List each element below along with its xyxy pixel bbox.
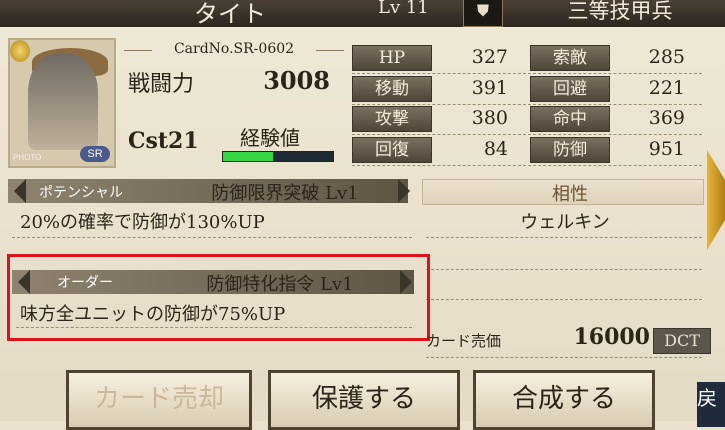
potential-description: 20%の確率で防御が130%UP bbox=[20, 212, 265, 233]
stat-value-attack: 380 bbox=[471, 107, 508, 129]
shield-icon: ⛊ bbox=[463, 0, 503, 27]
divider bbox=[426, 236, 702, 238]
stat-label-evade: 回避 bbox=[530, 76, 610, 102]
power-value: 3008 bbox=[263, 66, 330, 95]
divider bbox=[426, 268, 702, 270]
divider bbox=[12, 236, 412, 238]
exp-bar-fill bbox=[223, 152, 273, 161]
stat-value-move: 391 bbox=[471, 77, 508, 99]
potential-title: 防御限界突破 Lv1 bbox=[211, 183, 359, 204]
order-highlight-box bbox=[7, 254, 430, 341]
power-label: 戦闘力 bbox=[128, 72, 195, 97]
unit-name: タイト bbox=[194, 0, 266, 28]
currency-unit: DCT bbox=[653, 328, 711, 354]
rarity-badge: SR bbox=[80, 146, 110, 162]
stat-value-evade: 221 bbox=[648, 77, 685, 99]
affinity-title: 相性 bbox=[552, 184, 588, 205]
stat-divider bbox=[352, 133, 702, 135]
card-number: CardNo.SR-0602 bbox=[124, 41, 344, 59]
stat-label-defense: 防御 bbox=[530, 137, 610, 163]
stat-value-defense: 951 bbox=[648, 138, 685, 160]
rank-badge-icon bbox=[10, 40, 30, 62]
character-image bbox=[28, 54, 98, 150]
cost-value: Cst21 bbox=[128, 128, 199, 154]
unit-class: 三等技甲兵 bbox=[567, 0, 673, 23]
sale-price-label: カード売価 bbox=[426, 333, 502, 350]
affinity-name: ウェルキン bbox=[520, 212, 610, 233]
stat-value-accuracy: 369 bbox=[648, 107, 685, 129]
unit-level: Lv 11 bbox=[378, 0, 429, 18]
stat-value-search: 285 bbox=[648, 46, 685, 68]
sale-price-value: 16000 bbox=[573, 324, 650, 350]
banner-right-arrow-icon bbox=[398, 179, 410, 203]
stat-divider bbox=[352, 164, 702, 166]
stat-divider bbox=[352, 103, 702, 105]
stat-label-hp: HP bbox=[352, 45, 432, 71]
divider bbox=[426, 356, 702, 358]
combine-button[interactable]: 合成する bbox=[473, 370, 655, 430]
stat-value-recover: 84 bbox=[483, 138, 508, 160]
stat-label-accuracy: 命中 bbox=[530, 106, 610, 132]
divider bbox=[426, 298, 702, 300]
photo-label: PHOTO bbox=[13, 153, 42, 162]
exp-label: 経験値 bbox=[240, 126, 300, 150]
potential-tag: ポテンシャル bbox=[39, 184, 123, 200]
back-button[interactable]: 戻 bbox=[697, 382, 725, 427]
stat-divider bbox=[352, 72, 702, 74]
stat-label-move: 移動 bbox=[352, 76, 432, 102]
banner-left-arrow-icon bbox=[14, 179, 26, 203]
stat-value-hp: 327 bbox=[471, 46, 508, 68]
stat-label-recover: 回復 bbox=[352, 137, 432, 163]
sell-card-button[interactable]: カード売却 bbox=[66, 370, 252, 430]
stat-label-search: 索敵 bbox=[530, 45, 610, 71]
stat-label-attack: 攻撃 bbox=[352, 106, 432, 132]
protect-button[interactable]: 保護する bbox=[268, 370, 460, 430]
unit-card-portrait[interactable]: SR PHOTO bbox=[8, 38, 116, 168]
exp-bar bbox=[222, 151, 334, 162]
